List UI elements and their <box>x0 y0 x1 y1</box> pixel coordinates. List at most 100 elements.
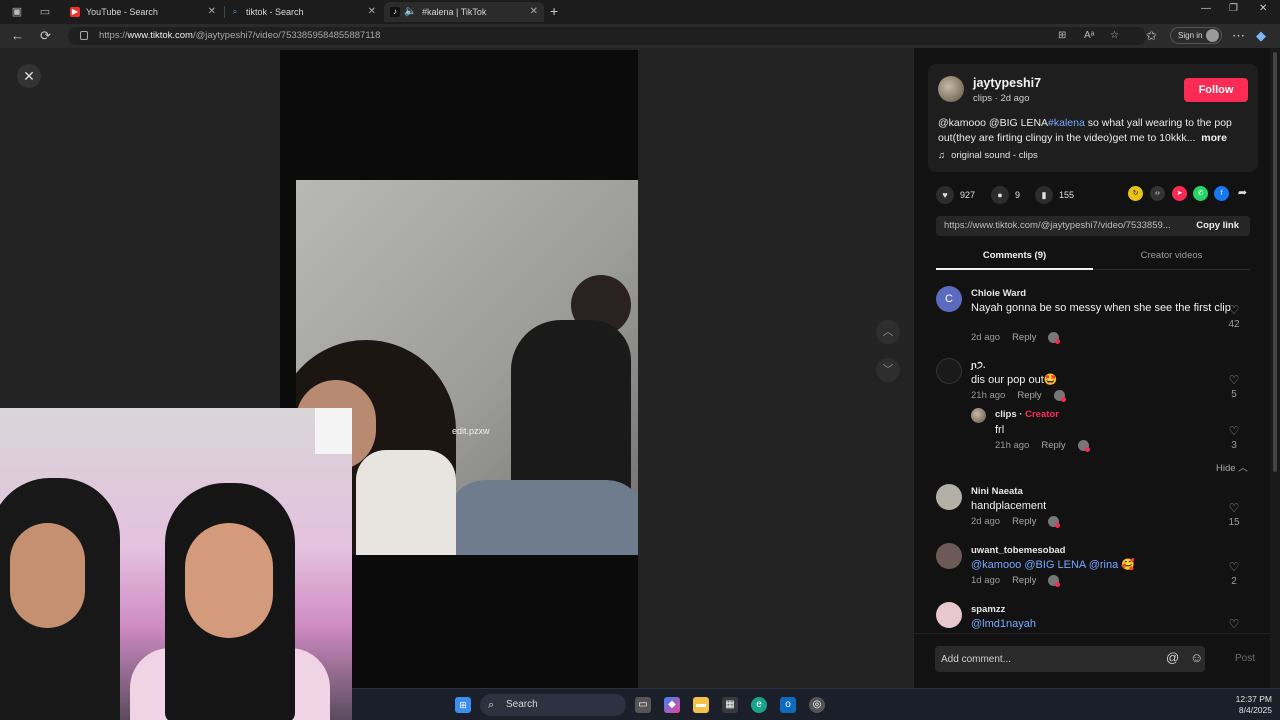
restore-icon[interactable]: ❐ <box>1229 3 1238 14</box>
close-tab-icon[interactable]: ✕ <box>530 2 538 22</box>
task-view-icon[interactable]: ▭ <box>635 697 651 713</box>
read-aloud-icon[interactable]: Aᵃ <box>1084 29 1094 43</box>
save-button[interactable]: ▮ 155 <box>1035 186 1074 204</box>
share-icon[interactable]: ➦ <box>1235 186 1250 201</box>
heart-icon: ♡ <box>1228 617 1240 631</box>
tab-creator-videos[interactable]: Creator videos <box>1093 250 1250 261</box>
sound-link[interactable]: ♫ original sound - clips <box>938 150 1038 161</box>
next-video-button[interactable]: ﹀ <box>876 358 900 382</box>
like-button[interactable]: ♥ 927 <box>936 186 975 204</box>
outlook-icon[interactable]: o <box>780 697 796 713</box>
comment-count: 9 <box>1015 190 1021 200</box>
url-text: https://www.tiktok.com/@jaytypeshi7/vide… <box>99 30 381 41</box>
search-icon: ⌕ <box>232 7 238 16</box>
emoji-icon[interactable]: ☺ <box>1190 651 1203 665</box>
webcam-face <box>185 523 273 638</box>
comment-composer: @ ☺ Post <box>914 633 1270 688</box>
close-tab-icon[interactable]: ✕ <box>208 2 216 22</box>
tab-actions-icon[interactable]: ▭ <box>37 4 53 20</box>
commenter-avatar[interactable] <box>936 484 962 510</box>
copilot-icon[interactable]: ◆ <box>1256 28 1266 44</box>
send-icon[interactable]: ➤ <box>1172 186 1187 201</box>
comment-like[interactable]: ♡ 15 <box>1226 502 1242 528</box>
minimize-icon[interactable]: — <box>1201 3 1211 14</box>
workspaces-icon[interactable]: ▣ <box>9 4 25 20</box>
favorite-star-icon[interactable]: ☆ <box>1110 29 1119 43</box>
close-tab-icon[interactable]: ✕ <box>368 2 376 22</box>
tab-kalena-tiktok[interactable]: ♪ 🔈 #kalena | TikTok ✕ <box>384 2 544 22</box>
commenter-avatar[interactable] <box>936 358 962 384</box>
close-window-icon[interactable]: ✕ <box>1259 3 1267 14</box>
taskbar-search[interactable]: ⌕ Search <box>480 694 626 716</box>
tab-comments[interactable]: Comments (9) <box>936 250 1093 270</box>
commenter-name[interactable]: Nini Naeata <box>971 486 1023 497</box>
whatsapp-icon[interactable]: ✆ <box>1193 186 1208 201</box>
edge-icon[interactable]: e <box>751 697 767 713</box>
more-button[interactable]: more <box>1201 132 1227 144</box>
app-icon[interactable]: ◎ <box>809 697 825 713</box>
refresh-icon[interactable]: ⟳ <box>40 28 51 44</box>
back-icon[interactable]: ← <box>11 28 24 44</box>
hashtag-link[interactable]: #kalena <box>1048 117 1085 129</box>
commenter-name[interactable]: clips · Creator <box>995 409 1059 420</box>
store-icon[interactable]: ▦ <box>722 697 738 713</box>
copilot-icon[interactable]: ◆ <box>664 697 680 713</box>
comment-item: uwant_tobemesobad @kamooo @BIG LENA @rin… <box>936 543 1250 593</box>
comment-like[interactable]: ♡ <box>1226 618 1242 630</box>
repost-icon[interactable]: ↻ <box>1128 186 1143 201</box>
commenter-avatar[interactable] <box>971 408 986 423</box>
signin-label: Sign in <box>1178 31 1203 40</box>
signin-button[interactable]: Sign in <box>1170 27 1222 44</box>
windows-start-icon[interactable]: ⊞ <box>455 697 471 713</box>
previous-video-button[interactable]: ︿ <box>876 320 900 344</box>
app-available-icon[interactable]: ⊞ <box>1058 29 1066 43</box>
commenter-avatar[interactable] <box>936 602 962 628</box>
scrollbar-thumb[interactable] <box>1273 52 1277 472</box>
comment-like[interactable]: ♡ 42 <box>1226 304 1242 330</box>
share-link-text[interactable]: https://www.tiktok.com/@jaytypeshi7/vide… <box>944 220 1184 231</box>
reply-button[interactable]: Reply <box>1012 516 1036 527</box>
post-button[interactable]: Post <box>1235 653 1255 664</box>
author-name[interactable]: jaytypeshi7 <box>973 76 1041 90</box>
comment-item: spamzz @lmd1nayah ♡ <box>936 602 1250 632</box>
comment-like[interactable]: ♡ 5 <box>1226 374 1242 400</box>
commenter-avatar[interactable]: C <box>936 286 962 312</box>
comment-like[interactable]: ♡ 2 <box>1226 561 1242 587</box>
reply-button[interactable]: Reply <box>1012 575 1036 586</box>
taskbar-clock[interactable]: 12:37 PM 8/4/2025 <box>1226 694 1272 716</box>
comment-button[interactable]: ● 9 <box>991 186 1020 204</box>
comment-icon: ● <box>991 186 1009 204</box>
follow-button[interactable]: Follow <box>1184 78 1248 102</box>
comment-like[interactable]: ♡ 3 <box>1226 425 1242 451</box>
comment-text: dis our pop out🤩 <box>971 374 1058 386</box>
commenter-name[interactable]: ɲ੭. <box>971 360 986 371</box>
chevron-up-icon: ︿ <box>1238 463 1248 474</box>
reply-button[interactable]: Reply <box>1012 332 1036 343</box>
commenter-name[interactable]: uwant_tobemesobad <box>971 545 1066 556</box>
more-menu-icon[interactable]: ⋯ <box>1232 28 1245 44</box>
comment-meta: 1d ago Reply <box>971 575 1061 587</box>
hide-replies-button[interactable]: Hide ︿ <box>1216 460 1248 474</box>
copy-link-button[interactable]: Copy link <box>1196 220 1239 231</box>
facebook-icon[interactable]: f <box>1214 186 1229 201</box>
commenter-name[interactable]: spamzz <box>971 604 1005 615</box>
new-tab-icon[interactable]: + <box>550 3 558 19</box>
author-avatar[interactable] <box>938 76 964 102</box>
tab-youtube[interactable]: ▶ YouTube - Search ✕ <box>64 2 222 22</box>
speaker-icon[interactable]: 🔈 <box>404 2 416 22</box>
commenter-avatar[interactable] <box>936 543 962 569</box>
tab-tiktok-search[interactable]: ⌕ tiktok - Search ✕ <box>224 2 382 22</box>
commenter-name[interactable]: Chloie Ward <box>971 288 1026 299</box>
embed-icon[interactable]: ‹› <box>1150 186 1165 201</box>
mention-icon[interactable]: @ <box>1166 651 1179 665</box>
close-icon[interactable]: ✕ <box>17 64 41 88</box>
favorites-icon[interactable]: ✩ <box>1146 28 1157 44</box>
add-comment-input[interactable] <box>935 646 1205 672</box>
file-explorer-icon[interactable]: ▬ <box>693 697 709 713</box>
tab-title: #kalena | TikTok <box>422 7 487 17</box>
comment-item: C Chloie Ward Nayah gonna be so messy wh… <box>936 286 1250 346</box>
reply-button[interactable]: Reply <box>1041 440 1065 451</box>
webcam-face <box>10 523 85 628</box>
url-field[interactable]: https://www.tiktok.com/@jaytypeshi7/vide… <box>68 27 1146 45</box>
reply-button[interactable]: Reply <box>1017 390 1041 401</box>
